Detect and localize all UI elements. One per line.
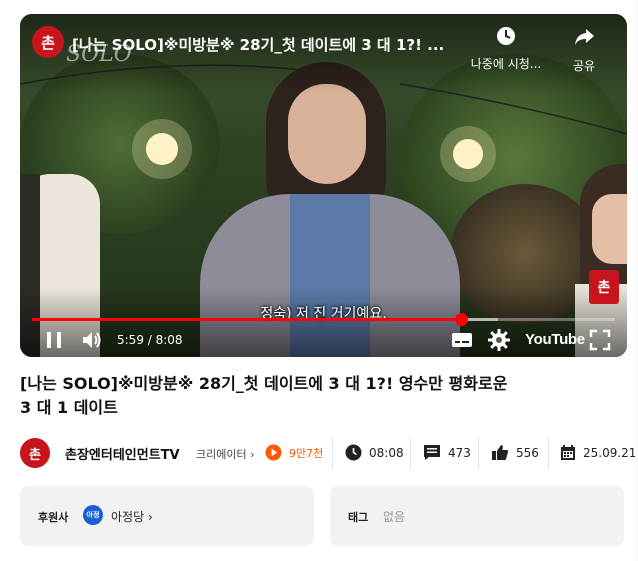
player-video-title[interactable]: [나는 SOLO]※미방분※ 28기_첫 데이트에 3 대 1?! ... bbox=[72, 34, 452, 55]
creator-label: 크리에이터 bbox=[196, 448, 247, 461]
player-controls: 5:59 / 8:08 YouTube bbox=[20, 326, 627, 356]
video-length: 08:08 bbox=[345, 444, 404, 461]
sponsor-link[interactable]: 아정당 › bbox=[111, 508, 153, 525]
subscriber-count: 9만7천 bbox=[265, 444, 323, 461]
channel-logo[interactable]: 촌 bbox=[32, 26, 64, 58]
creator-link[interactable]: 크리에이터 › bbox=[196, 446, 255, 462]
video-player[interactable]: 촌 SOLO [나는 SOLO]※미방분※ 28기_첫 데이트에 3 대 1?!… bbox=[20, 14, 627, 357]
progress-played bbox=[32, 318, 462, 321]
video-meta-row: 촌 촌장엔터테인먼트TV 크리에이터 › 9만7천 08:08 473 556 bbox=[20, 435, 636, 471]
date-value: 25.09.21 bbox=[583, 445, 637, 460]
tags-card: 태그 없음 bbox=[330, 486, 624, 546]
sponsor-card: 후원사 아정 아정당 › bbox=[20, 486, 314, 546]
progress-bar[interactable] bbox=[32, 313, 615, 326]
pause-icon[interactable] bbox=[42, 328, 66, 352]
sponsor-logo[interactable]: 아정 bbox=[83, 505, 103, 525]
like-count: 556 bbox=[491, 444, 539, 461]
channel-name[interactable]: 촌장엔터테인먼트TV bbox=[65, 444, 180, 463]
sponsor-label: 후원사 bbox=[38, 511, 69, 524]
watch-later-label: 나중에 시청... bbox=[470, 57, 542, 71]
calendar-icon bbox=[561, 445, 575, 460]
youtube-logo[interactable]: YouTube bbox=[525, 331, 585, 348]
comment-count: 473 bbox=[423, 444, 471, 461]
tags-value: 없음 bbox=[383, 510, 406, 524]
upload-date: 25.09.21 bbox=[560, 444, 636, 461]
like-value: 556 bbox=[516, 445, 539, 460]
tags-label: 태그 bbox=[348, 511, 369, 524]
thumbs-up-icon bbox=[492, 445, 509, 460]
length-value: 08:08 bbox=[369, 445, 404, 460]
share-label: 공유 bbox=[572, 59, 596, 73]
comment-value: 473 bbox=[448, 445, 471, 460]
channel-avatar[interactable]: 촌 bbox=[20, 438, 50, 468]
share-button[interactable]: 공유 bbox=[566, 26, 602, 74]
time-display: 5:59 / 8:08 bbox=[117, 333, 183, 347]
fullscreen-icon[interactable] bbox=[588, 328, 612, 352]
subtitles-icon[interactable] bbox=[450, 328, 474, 352]
clock-icon bbox=[345, 444, 362, 461]
comment-icon bbox=[424, 445, 440, 460]
subscriber-value: 9만7천 bbox=[289, 446, 324, 460]
watch-later-button[interactable]: 나중에 시청... bbox=[466, 26, 546, 72]
volume-icon[interactable] bbox=[80, 328, 104, 352]
sponsor-name: 아정당 bbox=[111, 510, 145, 524]
settings-gear-icon[interactable] bbox=[487, 328, 511, 352]
video-title: [나는 SOLO]※미방분※ 28기_첫 데이트에 3 대 1?! 영수만 평화… bbox=[20, 374, 508, 417]
share-icon bbox=[575, 29, 594, 45]
clock-icon bbox=[497, 27, 515, 45]
progress-scrubber[interactable] bbox=[455, 313, 469, 326]
play-circle-icon bbox=[265, 444, 282, 461]
corner-channel-logo: 촌 bbox=[589, 270, 619, 304]
